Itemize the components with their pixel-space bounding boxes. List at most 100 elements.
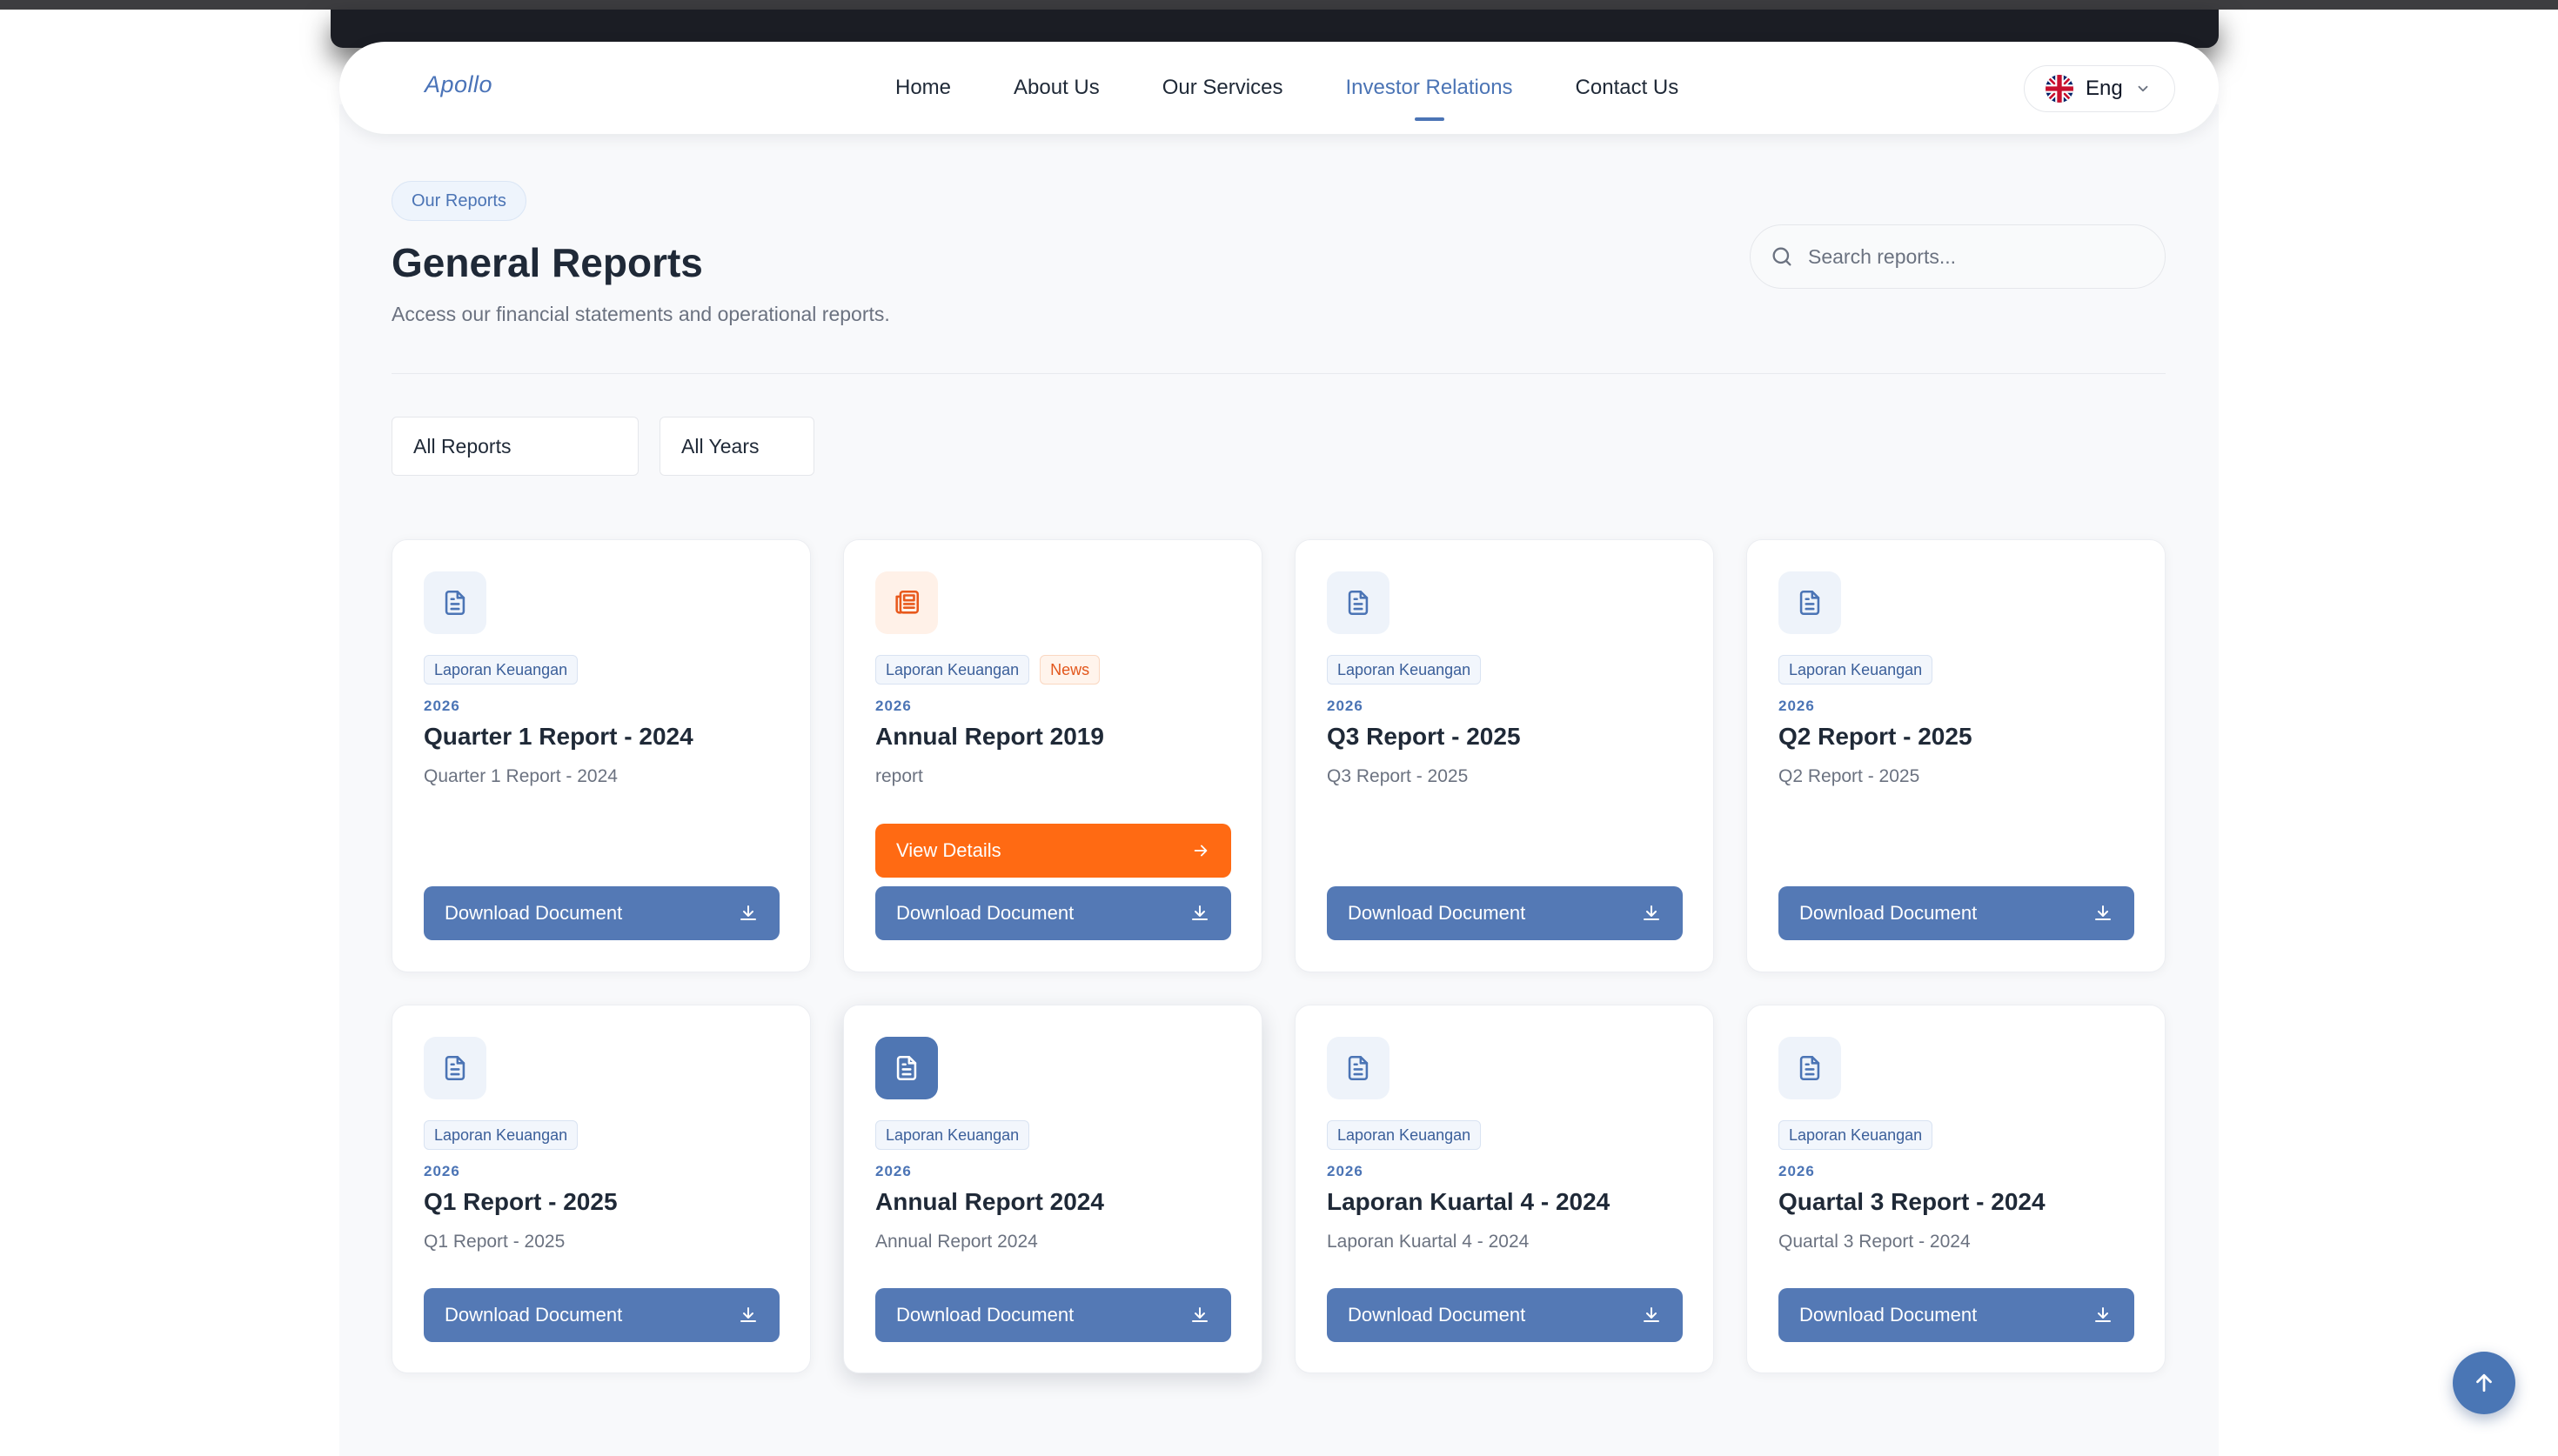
- card-icon-box: [1327, 571, 1389, 634]
- download-document-button[interactable]: Download Document: [1327, 886, 1683, 940]
- nav-link-our-services[interactable]: Our Services: [1162, 76, 1283, 100]
- download-icon: [2095, 1307, 2111, 1322]
- download-icon: [1644, 1307, 1659, 1322]
- report-card: Laporan Keuangan 2026 Laporan Kuartal 4 …: [1295, 1005, 1714, 1373]
- category-tag: Laporan Keuangan: [424, 655, 579, 685]
- card-year: 2026: [1778, 698, 1815, 714]
- card-tags: Laporan Keuangan: [424, 1120, 579, 1150]
- card-description: Laporan Kuartal 4 - 2024: [1327, 1232, 1530, 1252]
- nav-link-home[interactable]: Home: [895, 76, 951, 100]
- card-tags: Laporan Keuangan: [1778, 1120, 1933, 1150]
- download-icon: [740, 905, 756, 920]
- button-label: View Details: [896, 839, 1001, 861]
- news-tag: News: [1040, 655, 1101, 685]
- arrow-right-icon: [1194, 845, 1208, 857]
- report-card: Laporan Keuangan 2026 Q3 Report - 2025 Q…: [1295, 539, 1714, 972]
- search-icon: [1772, 247, 1791, 266]
- document-icon: [1348, 1055, 1369, 1081]
- nav-link-contact-us[interactable]: Contact Us: [1576, 76, 1679, 100]
- card-title: Quarter 1 Report - 2024: [424, 723, 693, 750]
- report-type-filter[interactable]: All Reports: [392, 417, 639, 476]
- report-card: Laporan Keuangan 2026 Quartal 3 Report -…: [1746, 1005, 2166, 1373]
- button-label: Download Document: [445, 1304, 623, 1326]
- category-tag: Laporan Keuangan: [1778, 655, 1933, 685]
- download-icon: [740, 1307, 756, 1322]
- category-tag: Laporan Keuangan: [1778, 1120, 1933, 1150]
- language-selector[interactable]: Eng: [2024, 65, 2175, 112]
- download-document-button[interactable]: Download Document: [424, 886, 780, 940]
- card-year: 2026: [875, 698, 912, 714]
- report-card: Laporan Keuangan News 2026 Annual Report…: [843, 539, 1262, 972]
- download-icon: [1192, 1307, 1208, 1322]
- year-filter[interactable]: All Years: [660, 417, 814, 476]
- download-document-button[interactable]: Download Document: [1778, 886, 2134, 940]
- card-year: 2026: [875, 1163, 912, 1179]
- category-tag: Laporan Keuangan: [875, 1120, 1030, 1150]
- card-tags: Laporan Keuangan: [1778, 655, 1933, 685]
- button-label: Download Document: [896, 1304, 1075, 1326]
- newspaper-icon: [895, 590, 920, 614]
- arrow-up-icon: [2476, 1373, 2492, 1393]
- card-year: 2026: [1327, 1163, 1363, 1179]
- view-details-button[interactable]: View Details: [875, 824, 1231, 878]
- card-icon-box: [424, 1037, 486, 1099]
- download-icon: [1192, 905, 1208, 920]
- category-tag: Laporan Keuangan: [424, 1120, 579, 1150]
- chevron-down-icon: [2138, 85, 2148, 92]
- download-document-button[interactable]: Download Document: [424, 1288, 780, 1342]
- card-year: 2026: [1327, 698, 1363, 714]
- card-tags: Laporan Keuangan: [1327, 655, 1482, 685]
- card-icon-box: [1778, 571, 1841, 634]
- card-title: Laporan Kuartal 4 - 2024: [1327, 1188, 1610, 1215]
- nav-link-investor-relations[interactable]: Investor Relations: [1345, 76, 1513, 121]
- logo[interactable]: Apollo: [425, 71, 492, 98]
- document-icon: [1348, 590, 1369, 616]
- download-document-button[interactable]: Download Document: [1327, 1288, 1683, 1342]
- card-icon-box: [875, 571, 938, 634]
- button-label: Download Document: [445, 902, 623, 924]
- active-indicator: [1414, 117, 1444, 121]
- card-year: 2026: [1778, 1163, 1815, 1179]
- page-title: General Reports: [392, 240, 703, 285]
- download-icon: [1644, 905, 1659, 920]
- card-tags: Laporan Keuangan: [875, 1120, 1030, 1150]
- card-tags: Laporan Keuangan: [1327, 1120, 1482, 1150]
- search-input[interactable]: [1808, 244, 2139, 269]
- button-label: Download Document: [1348, 902, 1526, 924]
- document-icon: [445, 1055, 465, 1081]
- card-description: report: [875, 766, 923, 786]
- download-document-button[interactable]: Download Document: [875, 886, 1231, 940]
- report-card: Laporan Keuangan 2026 Quarter 1 Report -…: [392, 539, 811, 972]
- page-subtitle: Access our financial statements and oper…: [392, 303, 890, 325]
- card-title: Annual Report 2019: [875, 723, 1104, 750]
- card-title: Q2 Report - 2025: [1778, 723, 1972, 750]
- card-description: Quartal 3 Report - 2024: [1778, 1232, 1971, 1252]
- download-icon: [2095, 905, 2111, 920]
- category-tag: Laporan Keuangan: [1327, 655, 1482, 685]
- scroll-to-top-button[interactable]: [2453, 1352, 2515, 1414]
- button-label: Download Document: [1799, 902, 1978, 924]
- card-description: Q2 Report - 2025: [1778, 766, 1920, 786]
- nav-link-about-us[interactable]: About Us: [1014, 76, 1100, 100]
- report-card: Laporan Keuangan 2026 Q1 Report - 2025 Q…: [392, 1005, 811, 1373]
- category-tag: Laporan Keuangan: [875, 655, 1030, 685]
- card-tags: Laporan Keuangan News: [875, 655, 1101, 685]
- section-badge: Our Reports: [392, 181, 526, 221]
- document-icon: [1799, 590, 1820, 616]
- navbar: Apollo Home About Us Our Services Invest…: [339, 42, 2219, 134]
- download-document-button[interactable]: Download Document: [875, 1288, 1231, 1342]
- document-icon: [1799, 1055, 1820, 1081]
- browser-top-strip: [0, 0, 2558, 10]
- card-description: Q3 Report - 2025: [1327, 766, 1469, 786]
- card-icon-box: [1327, 1037, 1389, 1099]
- button-label: Download Document: [1348, 1304, 1526, 1326]
- card-icon-box: [1778, 1037, 1841, 1099]
- card-year: 2026: [424, 698, 460, 714]
- card-description: Q1 Report - 2025: [424, 1232, 566, 1252]
- report-card: Laporan Keuangan 2026 Annual Report 2024…: [843, 1005, 1262, 1373]
- download-document-button[interactable]: Download Document: [1778, 1288, 2134, 1342]
- document-icon: [896, 1055, 917, 1081]
- card-title: Quartal 3 Report - 2024: [1778, 1188, 2046, 1215]
- language-label: Eng: [2086, 77, 2123, 100]
- card-tags: Laporan Keuangan: [424, 655, 579, 685]
